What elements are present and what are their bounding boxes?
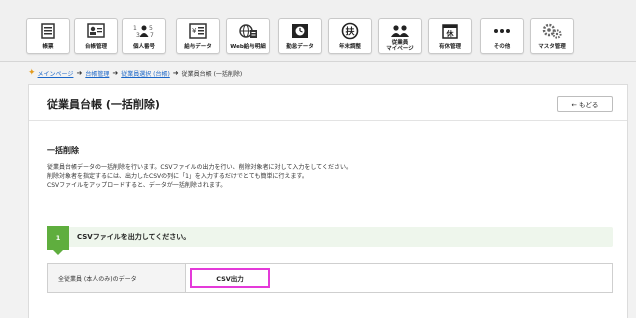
breadcrumb-current: 従業員台帳 (一括削除) xyxy=(181,70,243,78)
master-settings-icon xyxy=(541,22,563,40)
breadcrumb-link-main[interactable]: メインページ xyxy=(38,69,74,78)
svg-text:5: 5 xyxy=(149,25,153,32)
breadcrumb: ✦ メインページ ➜ 台帳管理 ➜ 従業員選択 (台帳) ➜ 従業員台帳 (一括… xyxy=(28,66,242,80)
toolbar-label: 有休管理 xyxy=(438,44,461,50)
step-banner: 1 CSVファイルを出力してください。 xyxy=(47,226,613,255)
toolbar-button-employee-mypage[interactable]: 従業員 マイページ xyxy=(378,18,422,54)
toolbar-label: その他 xyxy=(493,44,511,50)
breadcrumb-link-ledger[interactable]: 台帳管理 xyxy=(85,69,109,78)
csv-output-row: 全従業員 (本人のみ)のデータ CSV出力 xyxy=(47,263,613,293)
top-toolbar: 帳票 台帳管理 1357 個人番号 ¥ 給与データ Web給与明細 勤怠データ … xyxy=(0,0,636,62)
step-instruction: CSVファイルを出力してください。 xyxy=(77,233,191,241)
csv-output-label: 全従業員 (本人のみ)のデータ xyxy=(48,264,186,292)
arrow-right-icon: ➜ xyxy=(112,69,119,77)
toolbar-label: 従業員 マイページ xyxy=(386,40,414,52)
svg-text:¥: ¥ xyxy=(192,27,197,35)
mynumber-icon: 13 57 xyxy=(133,22,155,40)
more-icon xyxy=(491,22,513,40)
arrow-right-icon: ➜ xyxy=(172,69,179,77)
description-line: CSVファイルをアップロードすると、データが一括削除されます。 xyxy=(47,182,227,189)
paid-leave-badge: 休 xyxy=(446,29,455,38)
web-payslip-icon xyxy=(237,22,259,40)
toolbar-button-reports[interactable]: 帳票 xyxy=(26,18,70,54)
ledger-icon xyxy=(85,22,107,40)
svg-text:3: 3 xyxy=(136,32,140,39)
svg-text:扶: 扶 xyxy=(345,26,355,38)
toolbar-button-paid-leave[interactable]: 休 有休管理 xyxy=(428,18,472,54)
toolbar-button-mynumber[interactable]: 13 57 個人番号 xyxy=(122,18,166,54)
toolbar-label: 帳票 xyxy=(42,44,54,50)
toolbar-button-ledger[interactable]: 台帳管理 xyxy=(74,18,118,54)
home-icon: ✦ xyxy=(28,68,36,78)
toolbar-button-payroll-data[interactable]: ¥ 給与データ xyxy=(176,18,220,54)
csv-export-button[interactable]: CSV出力 xyxy=(190,268,270,288)
arrow-right-icon: ➜ xyxy=(76,69,83,77)
toolbar-button-year-end[interactable]: 扶 年末調整 xyxy=(328,18,372,54)
toolbar-label: Web給与明細 xyxy=(230,44,266,50)
toolbar-button-web-payslip[interactable]: Web給与明細 xyxy=(226,18,270,54)
payroll-data-icon: ¥ xyxy=(187,22,209,40)
toolbar-button-master[interactable]: マスタ管理 xyxy=(530,18,574,54)
step-number-badge: 1 xyxy=(47,226,69,255)
attendance-icon xyxy=(289,22,311,40)
main-panel: 従業員台帳 (一括削除) ← もどる 一括削除 従業員台帳データの一括削除を行い… xyxy=(28,84,628,318)
description-line: 削除対象者を指定するには、出力したCSVの列に「1」を入力するだけでとても簡単に… xyxy=(47,173,308,180)
divider xyxy=(29,120,627,121)
toolbar-label: マスタ管理 xyxy=(538,44,566,50)
description-line: 従業員台帳データの一括削除を行います。CSVファイルの出力を行い、削除対象者に対… xyxy=(47,164,352,171)
toolbar-label: 年末調整 xyxy=(338,44,361,50)
toolbar-label: 個人番号 xyxy=(132,44,155,50)
toolbar-label: 給与データ xyxy=(184,44,212,50)
breadcrumb-link-employee-select[interactable]: 従業員選択 (台帳) xyxy=(121,69,170,78)
svg-text:1: 1 xyxy=(133,25,137,32)
toolbar-label: 台帳管理 xyxy=(84,44,107,50)
report-icon xyxy=(37,22,59,40)
year-end-adjustment-icon: 扶 xyxy=(339,22,361,40)
toolbar-button-attendance[interactable]: 勤怠データ xyxy=(278,18,322,54)
section-description: 従業員台帳データの一括削除を行います。CSVファイルの出力を行い、削除対象者に対… xyxy=(47,163,607,190)
toolbar-label: 勤怠データ xyxy=(286,44,314,50)
page-title: 従業員台帳 (一括削除) xyxy=(47,98,160,111)
section-title: 一括削除 xyxy=(47,146,79,155)
paid-leave-icon: 休 xyxy=(439,22,461,40)
toolbar-button-more[interactable]: その他 xyxy=(480,18,524,54)
back-button[interactable]: ← もどる xyxy=(557,96,613,112)
employee-mypage-icon xyxy=(389,22,411,40)
svg-text:7: 7 xyxy=(150,32,154,39)
